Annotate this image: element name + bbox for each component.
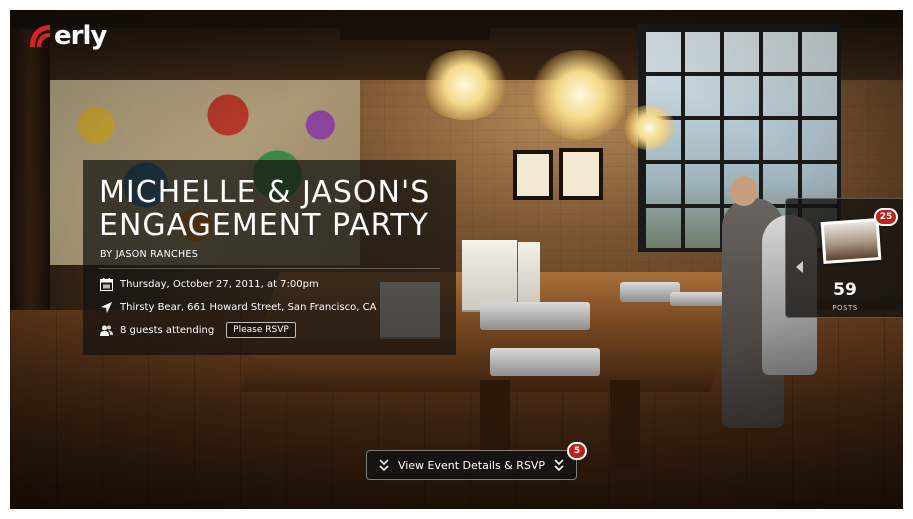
posts-panel[interactable]: 25 59 POSTS: [785, 198, 903, 318]
event-cover: erly MICHELLE & JASON'S ENGAGEMENT PARTY…: [10, 10, 903, 509]
erly-logo[interactable]: erly: [28, 21, 107, 51]
divider: [99, 268, 440, 269]
posts-new-badge: 25: [874, 208, 898, 226]
event-location[interactable]: Thirsty Bear, 661 Howard Street, San Fra…: [120, 302, 376, 313]
people-icon: [100, 325, 113, 336]
posts-count: 59: [833, 280, 857, 300]
chevron-left-icon[interactable]: [796, 261, 803, 273]
event-info-panel: MICHELLE & JASON'S ENGAGEMENT PARTY BY J…: [83, 160, 456, 355]
post-thumbnail[interactable]: [820, 218, 882, 264]
logo-wordmark: erly: [54, 21, 107, 51]
event-guests-row: 8 guests attending Please RSVP: [100, 322, 296, 338]
event-location-row: Thirsty Bear, 661 Howard Street, San Fra…: [100, 301, 376, 314]
location-arrow-icon: [101, 302, 112, 313]
guests-attending[interactable]: 8 guests attending: [120, 325, 214, 336]
posts-label: POSTS: [832, 304, 858, 312]
event-date-row: Thursday, October 27, 2011, at 7:00pm: [100, 278, 319, 291]
please-rsvp-button[interactable]: Please RSVP: [226, 322, 296, 338]
view-event-details-label: View Event Details & RSVP: [397, 458, 546, 472]
details-notification-badge: 5: [567, 442, 587, 460]
view-event-details-button[interactable]: View Event Details & RSVP: [366, 450, 577, 480]
event-byline[interactable]: BY JASON RANCHES: [100, 249, 198, 260]
chevron-down-double-icon: [554, 459, 564, 472]
erly-logo-icon: [30, 25, 50, 47]
chevron-down-double-icon: [379, 459, 389, 472]
calendar-icon: [100, 278, 113, 291]
event-title: MICHELLE & JASON'S ENGAGEMENT PARTY: [99, 175, 431, 243]
event-date: Thursday, October 27, 2011, at 7:00pm: [120, 279, 319, 290]
post-thumbnail-image: [823, 221, 879, 261]
